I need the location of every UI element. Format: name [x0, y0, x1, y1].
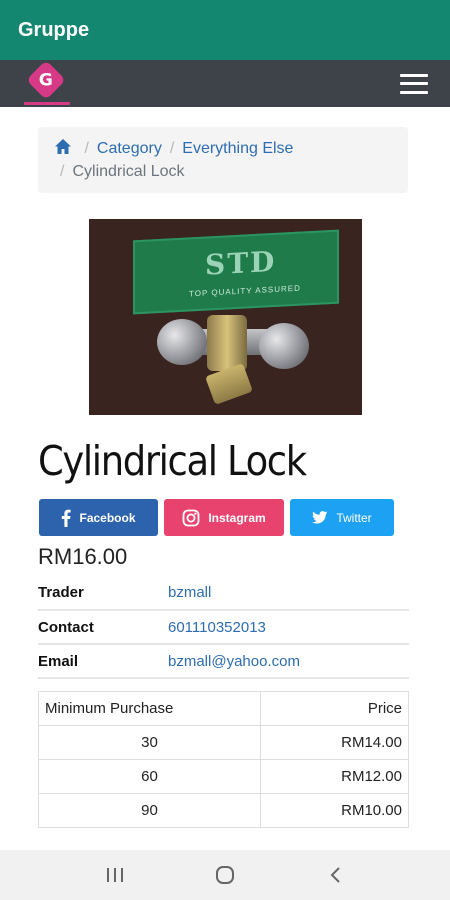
info-key: Trader	[38, 576, 168, 611]
app-title: Gruppe	[18, 18, 90, 41]
instagram-icon	[182, 509, 200, 526]
breadcrumb-category[interactable]: Category	[97, 140, 162, 157]
tier-qty: 90	[38, 793, 261, 828]
app-bar: Gruppe	[0, 0, 450, 60]
breadcrumb-separator: /	[60, 163, 65, 180]
facebook-share-button[interactable]: Facebook	[39, 499, 158, 536]
twitter-icon	[312, 511, 328, 524]
tier-qty: 60	[38, 759, 261, 794]
email-link[interactable]: bzmall@yahoo.com	[168, 653, 300, 670]
system-navigation-bar	[0, 850, 450, 900]
tier-price: RM12.00	[260, 759, 409, 794]
table-row: 60 RM12.00	[38, 759, 409, 794]
breadcrumb-current: Cylindrical Lock	[72, 163, 185, 180]
trader-info-table: Trader bzmall Contact 601110352013 Email…	[38, 576, 409, 679]
price-tier-table: Minimum Purchase Price 30 RM14.00 60 RM1…	[38, 691, 409, 828]
table-row: Email bzmall@yahoo.com	[38, 644, 409, 679]
home-icon	[55, 139, 71, 154]
breadcrumb-separator: /	[84, 140, 89, 157]
min-purchase-header: Minimum Purchase	[38, 691, 261, 726]
instagram-share-button[interactable]: Instagram	[164, 499, 284, 536]
table-row: Trader bzmall	[38, 576, 409, 611]
image-sub-text: TOP QUALITY ASSURED	[188, 283, 301, 299]
facebook-label: Facebook	[79, 510, 136, 525]
table-header-row: Minimum Purchase Price	[38, 691, 409, 726]
product-image: STD TOP QUALITY ASSURED	[88, 219, 362, 415]
facebook-icon	[62, 509, 72, 527]
trader-link[interactable]: bzmall	[168, 584, 211, 601]
breadcrumb-home[interactable]	[54, 139, 76, 157]
g-logo-icon[interactable]: G	[24, 59, 70, 106]
home-circle-icon[interactable]	[213, 863, 237, 887]
image-brand-text: STD	[204, 244, 276, 282]
info-key: Email	[38, 644, 168, 679]
tier-price: RM10.00	[260, 793, 409, 828]
hamburger-menu-icon[interactable]	[400, 73, 428, 94]
product-title: Cylindrical Lock	[38, 437, 307, 485]
info-key: Contact	[38, 610, 168, 645]
info-value: bzmall@yahoo.com	[168, 644, 409, 679]
product-box: STD TOP QUALITY ASSURED	[132, 229, 339, 315]
lock-knob-right	[258, 323, 309, 369]
lock-knob-left	[156, 319, 207, 365]
twitter-label: Twitter	[336, 510, 372, 525]
info-value: 601110352013	[168, 610, 409, 645]
table-row: 30 RM14.00	[38, 725, 409, 760]
info-value: bzmall	[168, 576, 409, 611]
instagram-label: Instagram	[208, 510, 266, 525]
twitter-share-button[interactable]: Twitter	[290, 499, 394, 536]
site-navbar: G	[0, 59, 450, 107]
table-row: Contact 601110352013	[38, 610, 409, 645]
breadcrumb-everything-else[interactable]: Everything Else	[182, 140, 293, 157]
product-price: RM16.00	[38, 544, 128, 569]
recents-icon[interactable]	[103, 863, 127, 887]
breadcrumb-separator: /	[169, 140, 175, 157]
back-chevron-icon[interactable]	[323, 863, 347, 887]
tier-qty: 30	[38, 725, 261, 760]
contact-link[interactable]: 601110352013	[168, 619, 266, 636]
share-buttons: Facebook Instagram Twitter	[39, 499, 450, 536]
breadcrumb: / Category / Everything Else / Cylindrical L…	[38, 127, 408, 193]
table-row: 90 RM10.00	[38, 793, 409, 828]
lock-latch	[206, 315, 247, 371]
price-header: Price	[260, 691, 409, 726]
tier-price: RM14.00	[260, 725, 409, 760]
